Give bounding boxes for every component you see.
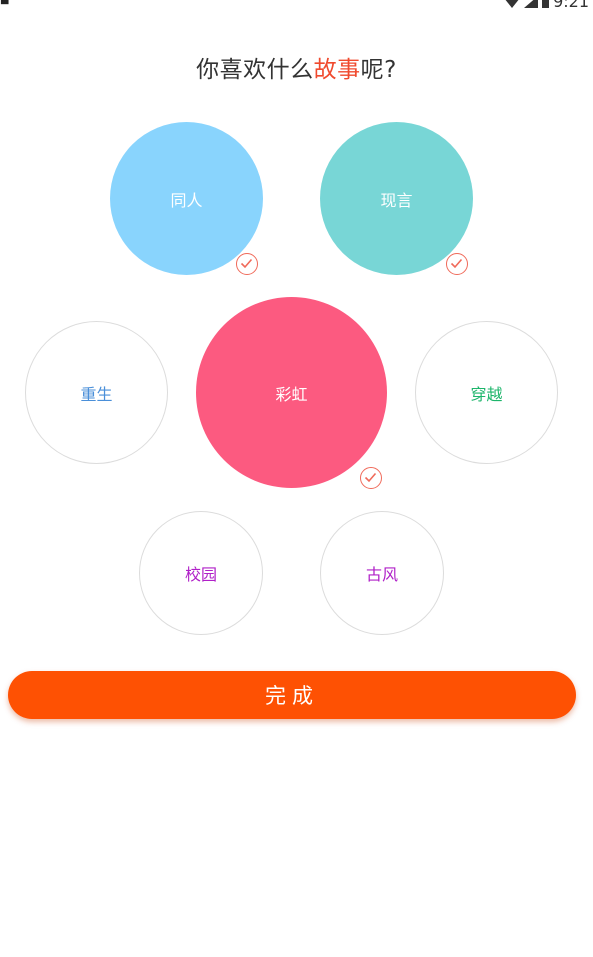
status-time: 9:21	[553, 0, 589, 11]
tag-bubble-chongsheng[interactable]: 重生	[25, 321, 168, 464]
done-button[interactable]: 完成	[8, 671, 576, 719]
battery-icon	[542, 0, 550, 8]
tag-bubble-tongren[interactable]: 同人	[110, 122, 263, 275]
tag-label: 古风	[365, 565, 398, 584]
tag-bubble-gufeng[interactable]: 古风	[320, 511, 444, 635]
notification-a-icon: ■	[0, 0, 10, 6]
tag-bubble-xiaoyuan[interactable]: 校园	[139, 511, 263, 635]
tag-label: 重生	[80, 384, 113, 404]
check-circle-icon	[446, 253, 468, 275]
title-suffix: 呢?	[360, 57, 397, 83]
tag-label: 穿越	[470, 384, 503, 404]
tag-label: 校园	[184, 565, 217, 584]
wifi-icon	[505, 0, 519, 8]
status-icons: 9:21	[504, 0, 589, 10]
check-circle-icon	[360, 467, 382, 489]
done-button-label: 完成	[265, 684, 319, 708]
title-highlight: 故事	[313, 57, 361, 83]
tag-bubble-caihong[interactable]: 彩虹	[196, 297, 387, 488]
tag-picker-screen: ■ 9:21 你喜欢什么故事呢? 同人 现言 重生 彩虹 穿越 校园 古风 完成	[0, 0, 593, 957]
title-prefix: 你喜欢什么	[196, 57, 314, 83]
tag-bubble-xianyan[interactable]: 现言	[320, 122, 473, 275]
page-title: 你喜欢什么故事呢?	[0, 50, 593, 84]
tag-label: 同人	[170, 190, 203, 210]
tag-bubble-chuanyue[interactable]: 穿越	[415, 321, 558, 464]
check-circle-icon	[236, 253, 258, 275]
status-bar: ■ 9:21	[0, 0, 593, 14]
tag-label: 彩虹	[275, 384, 308, 404]
tag-label: 现言	[380, 190, 413, 210]
cell-signal-icon	[524, 0, 539, 8]
